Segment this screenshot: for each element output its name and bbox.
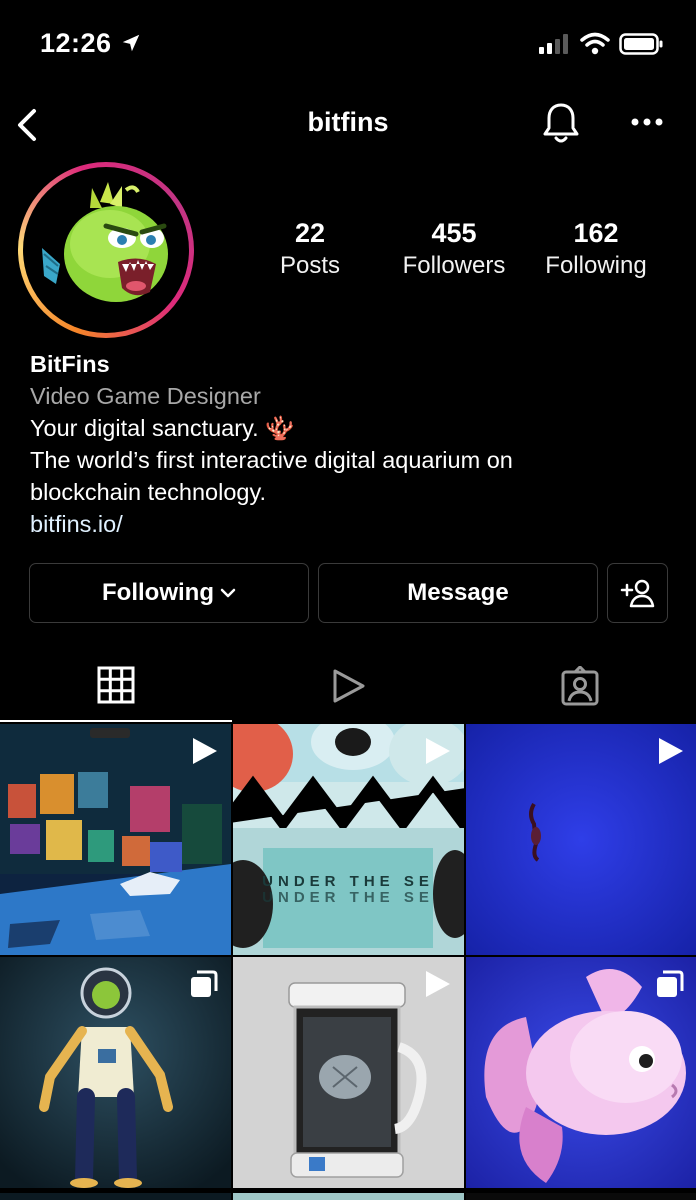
posts-count: 22 <box>294 218 326 248</box>
carousel-icon <box>191 970 218 997</box>
location-arrow-icon <box>122 34 140 52</box>
posts-stat[interactable]: 22 Posts <box>260 215 360 281</box>
bio-line: The world’s first interactive digital aq… <box>30 447 513 473</box>
post-preview-image <box>0 1193 231 1200</box>
followers-label: Followers <box>402 252 506 279</box>
status-time: 12:26 <box>40 28 112 58</box>
post-thumbnail[interactable] <box>466 1190 696 1200</box>
reel-play-icon <box>426 738 450 764</box>
post-preview-image <box>466 1193 696 1200</box>
overlay-text: UNDER THE SE <box>262 873 434 890</box>
reel-play-icon <box>193 738 217 764</box>
post-thumbnail[interactable] <box>466 724 696 955</box>
carousel-icon <box>657 970 684 997</box>
status-bar: 12:26 <box>0 0 696 90</box>
message-button-label: Message <box>407 579 509 606</box>
post-thumbnail[interactable] <box>233 957 464 1188</box>
display-name: BitFins <box>30 351 110 377</box>
reels-play-icon <box>333 669 365 703</box>
add-person-icon <box>620 579 654 608</box>
message-button[interactable]: Message <box>318 563 598 623</box>
post-thumbnail[interactable] <box>0 957 231 1188</box>
following-button[interactable]: Following <box>29 563 309 623</box>
avatar <box>30 174 182 326</box>
following-button-label: Following <box>102 579 214 606</box>
post-thumbnail[interactable] <box>0 724 231 955</box>
bio-line: blockchain technology. <box>30 479 267 505</box>
post-preview-image <box>233 1193 464 1200</box>
website-link[interactable]: bitfins.io/ <box>30 508 670 540</box>
profile-bio: BitFins Video Game Designer Your digital… <box>30 348 670 540</box>
tagged-person-icon <box>561 666 599 706</box>
profile-category: Video Game Designer <box>30 383 261 409</box>
following-stat[interactable]: 162 Following <box>535 215 657 281</box>
tab-tagged[interactable] <box>464 650 696 722</box>
overlay-text: UNDER THE SE <box>262 889 434 906</box>
profile-tabs <box>0 650 696 722</box>
post-thumbnail[interactable]: UNDER THE SE UNDER THE SE <box>233 724 464 955</box>
tab-posts-grid[interactable] <box>0 650 232 722</box>
wifi-icon <box>580 32 610 55</box>
chevron-down-icon <box>220 588 236 598</box>
battery-icon <box>619 33 663 55</box>
bio-line: Your digital sanctuary. 🪸 <box>30 415 295 441</box>
cellular-signal-icon <box>539 34 568 54</box>
more-dots-icon[interactable] <box>630 117 664 127</box>
username-title: bitfins <box>307 107 389 137</box>
fish-avatar-image <box>42 182 168 302</box>
following-count: 162 <box>573 218 619 248</box>
followers-stat[interactable]: 455 Followers <box>390 215 518 281</box>
following-label: Following <box>545 252 647 279</box>
grid-icon <box>97 666 135 704</box>
reel-play-icon <box>659 738 683 764</box>
followers-count: 455 <box>431 218 477 248</box>
suggested-users-button[interactable] <box>607 563 668 623</box>
tab-reels[interactable] <box>232 650 464 722</box>
post-thumbnail[interactable] <box>466 957 696 1188</box>
profile-header: bitfins <box>0 95 696 155</box>
posts-label: Posts <box>279 252 341 279</box>
bell-icon[interactable] <box>540 100 582 146</box>
story-ring[interactable] <box>18 162 194 338</box>
post-thumbnail[interactable] <box>0 1190 231 1200</box>
post-thumbnail[interactable] <box>233 1190 464 1200</box>
reel-play-icon <box>426 971 450 997</box>
